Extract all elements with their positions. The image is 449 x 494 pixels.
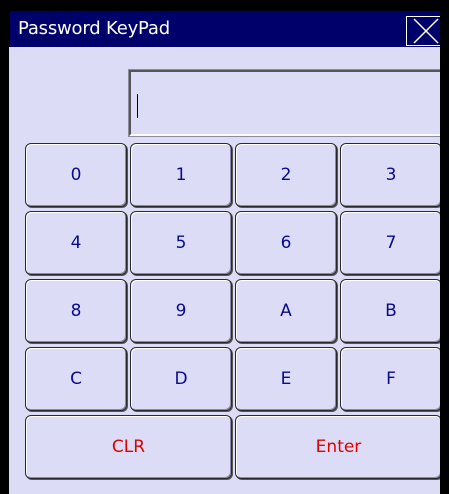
password-keypad-window: Password KeyPad 0 1 2 3 4 5 6 7 8 9 A B … bbox=[9, 11, 449, 494]
key-7[interactable]: 7 bbox=[340, 211, 442, 275]
key-d[interactable]: D bbox=[130, 347, 232, 411]
key-9[interactable]: 9 bbox=[130, 279, 232, 343]
key-f[interactable]: F bbox=[340, 347, 442, 411]
window-frame-edge bbox=[440, 0, 449, 494]
window-title: Password KeyPad bbox=[18, 18, 170, 39]
clear-button[interactable]: CLR bbox=[25, 415, 232, 479]
key-8[interactable]: 8 bbox=[25, 279, 127, 343]
key-5[interactable]: 5 bbox=[130, 211, 232, 275]
key-0[interactable]: 0 bbox=[25, 143, 127, 207]
key-2[interactable]: 2 bbox=[235, 143, 337, 207]
key-b[interactable]: B bbox=[340, 279, 442, 343]
password-input[interactable] bbox=[128, 69, 446, 137]
key-4[interactable]: 4 bbox=[25, 211, 127, 275]
key-c[interactable]: C bbox=[25, 347, 127, 411]
text-caret bbox=[137, 94, 138, 118]
key-e[interactable]: E bbox=[235, 347, 337, 411]
enter-button[interactable]: Enter bbox=[235, 415, 442, 479]
title-bar: Password KeyPad bbox=[9, 11, 449, 47]
key-6[interactable]: 6 bbox=[235, 211, 337, 275]
key-a[interactable]: A bbox=[235, 279, 337, 343]
key-1[interactable]: 1 bbox=[130, 143, 232, 207]
key-3[interactable]: 3 bbox=[340, 143, 442, 207]
